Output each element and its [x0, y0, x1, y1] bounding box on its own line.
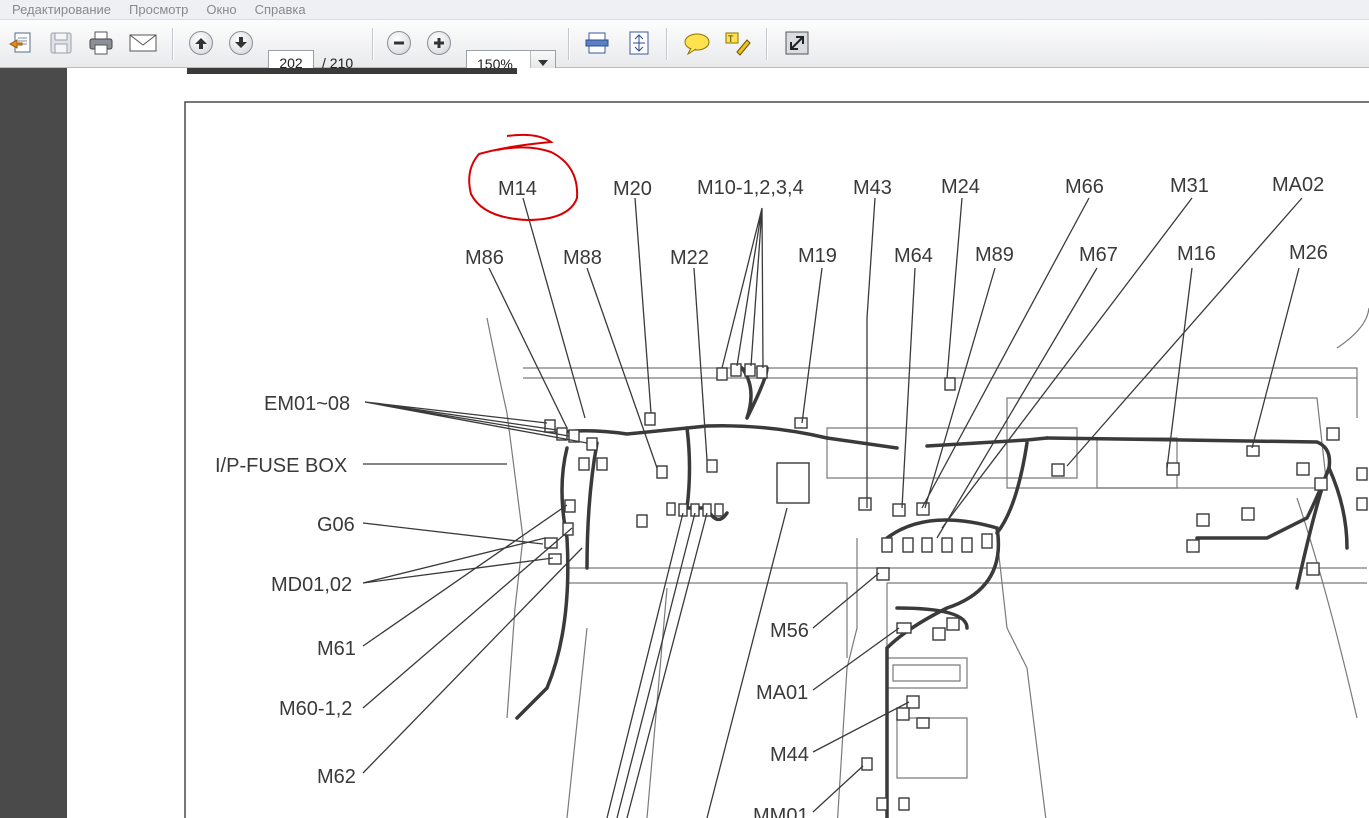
next-page-icon — [235, 37, 247, 48]
label-m89: M89 — [975, 244, 1014, 266]
label-mm01: MM01 — [753, 805, 809, 818]
left-labels: EM01~08 I/P-FUSE BOX G06 MD01,02 M61 M60… — [215, 393, 356, 788]
print-button[interactable] — [86, 28, 116, 58]
menu-edit[interactable]: Редактирование — [12, 2, 111, 17]
toolbar: / 210 150% — [0, 20, 1369, 76]
label-m16: M16 — [1177, 243, 1216, 265]
label-m22: M22 — [670, 247, 709, 269]
fit-width-button[interactable] — [582, 28, 612, 58]
create-pdf-icon — [8, 32, 31, 53]
menu-view[interactable]: Просмотр — [129, 2, 188, 17]
label-ip-fuse-box: I/P-FUSE BOX — [215, 455, 347, 477]
fit-page-icon — [629, 31, 649, 55]
toolbar-separator — [666, 28, 667, 60]
save-button[interactable] — [46, 28, 76, 58]
main-harness — [515, 366, 1349, 818]
toolbar-separator — [372, 28, 373, 60]
top-labels: M14 M20 M10-1,2,3,4 M43 M24 M66 M31 MA02 — [498, 174, 1324, 200]
zoom-in-icon — [434, 38, 444, 48]
toolbar-separator — [568, 28, 569, 60]
label-m24: M24 — [941, 176, 980, 198]
label-m31: M31 — [1170, 175, 1209, 197]
label-ma01: MA01 — [756, 682, 808, 704]
zoom-in-button[interactable] — [424, 28, 454, 58]
save-icon — [50, 32, 72, 54]
label-m43: M43 — [853, 177, 892, 199]
svg-text:T: T — [728, 34, 734, 44]
previous-page-button[interactable] — [186, 28, 216, 58]
document-page[interactable]: M14 M20 M10-1,2,3,4 M43 M24 M66 M31 MA02… — [67, 68, 1369, 818]
label-m19: M19 — [798, 245, 837, 267]
chevron-down-icon — [538, 60, 548, 66]
fit-page-button[interactable] — [624, 28, 654, 58]
label-m86: M86 — [465, 247, 504, 269]
menu-bar: Редактирование Просмотр Окно Справка — [0, 0, 1369, 20]
second-row-labels: M86 M88 M22 M19 M64 M89 M67 M16 M26 — [465, 242, 1328, 269]
page-header-fragment — [187, 68, 517, 74]
label-m67: M67 — [1079, 244, 1118, 266]
label-m44: M44 — [770, 744, 809, 766]
menu-window[interactable]: Окно — [206, 2, 236, 17]
toolbar-separator — [172, 28, 173, 60]
fit-width-icon — [585, 32, 609, 54]
label-m64: M64 — [894, 245, 933, 267]
label-m26: M26 — [1289, 242, 1328, 264]
label-m14: M14 — [498, 178, 537, 200]
label-md01-02: MD01,02 — [271, 574, 352, 596]
label-g06: G06 — [317, 514, 355, 536]
label-m61: M61 — [317, 638, 356, 660]
toolbar-separator — [766, 28, 767, 60]
label-m20: M20 — [613, 178, 652, 200]
navigation-pane — [0, 68, 67, 818]
next-page-button[interactable] — [226, 28, 256, 58]
expand-button[interactable] — [782, 28, 812, 58]
print-icon — [89, 31, 113, 55]
zoom-out-icon — [394, 41, 404, 45]
comment-button[interactable] — [682, 28, 712, 58]
expand-icon — [785, 31, 809, 55]
create-pdf-button[interactable] — [6, 28, 36, 58]
wiring-diagram: M14 M20 M10-1,2,3,4 M43 M24 M66 M31 MA02… — [184, 68, 1369, 818]
diagram-frame — [184, 101, 1369, 818]
comment-icon — [684, 33, 710, 55]
label-em01-08: EM01~08 — [264, 393, 350, 415]
label-m60: M60-1,2 — [279, 698, 352, 720]
menu-help[interactable]: Справка — [255, 2, 306, 17]
highlight-button[interactable]: T — [722, 28, 752, 58]
email-button[interactable] — [128, 28, 158, 58]
email-icon — [129, 34, 157, 52]
label-m10: M10-1,2,3,4 — [697, 177, 804, 199]
label-ma02: MA02 — [1272, 174, 1324, 196]
leader-lines — [362, 197, 1303, 818]
dashboard-outline — [486, 307, 1369, 818]
label-m66: M66 — [1065, 176, 1104, 198]
label-m56: M56 — [770, 620, 809, 642]
previous-page-icon — [195, 38, 207, 49]
label-m62: M62 — [317, 766, 356, 788]
center-labels: M56 MA01 M44 MM01 — [753, 620, 809, 818]
zoom-out-button[interactable] — [384, 28, 414, 58]
label-m88: M88 — [563, 247, 602, 269]
highlight-icon: T — [725, 32, 751, 56]
